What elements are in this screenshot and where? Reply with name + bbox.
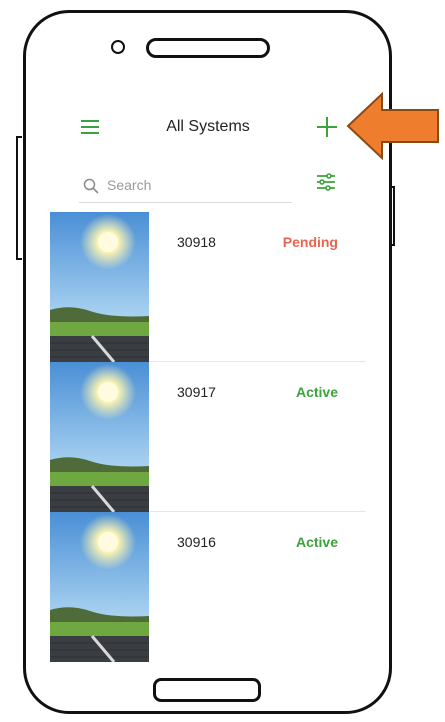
phone-volume-button [16, 136, 22, 260]
plus-icon[interactable] [316, 116, 338, 138]
filter-sliders-icon[interactable] [316, 173, 336, 191]
phone-home-button[interactable] [153, 678, 261, 702]
solar-panel-sun-image [50, 362, 149, 512]
phone-camera [111, 40, 125, 54]
system-row[interactable]: 30916 Active [50, 512, 366, 662]
system-id: 30918 [177, 234, 216, 250]
app-header: All Systems [50, 96, 366, 160]
status-badge: Active [295, 384, 338, 400]
annotation-arrow-icon [346, 91, 439, 160]
solar-panel-sun-image [50, 212, 149, 362]
system-row[interactable]: 30917 Active [50, 362, 366, 512]
status-badge: Active [295, 534, 338, 550]
system-id: 30916 [177, 534, 216, 550]
search-input[interactable] [107, 173, 287, 197]
system-id: 30917 [177, 384, 216, 400]
system-row[interactable]: 30918 Pending [50, 212, 366, 362]
solar-panel-sun-image [50, 512, 149, 662]
search-icon [83, 178, 99, 194]
phone-speaker [146, 38, 270, 58]
app-screen: All Systems Search 30918 Pending 30917 A… [50, 96, 366, 662]
search-bar [79, 170, 292, 203]
systems-list: 30918 Pending 30917 Active 30916 Active [50, 212, 366, 662]
status-badge: Pending [282, 234, 338, 250]
